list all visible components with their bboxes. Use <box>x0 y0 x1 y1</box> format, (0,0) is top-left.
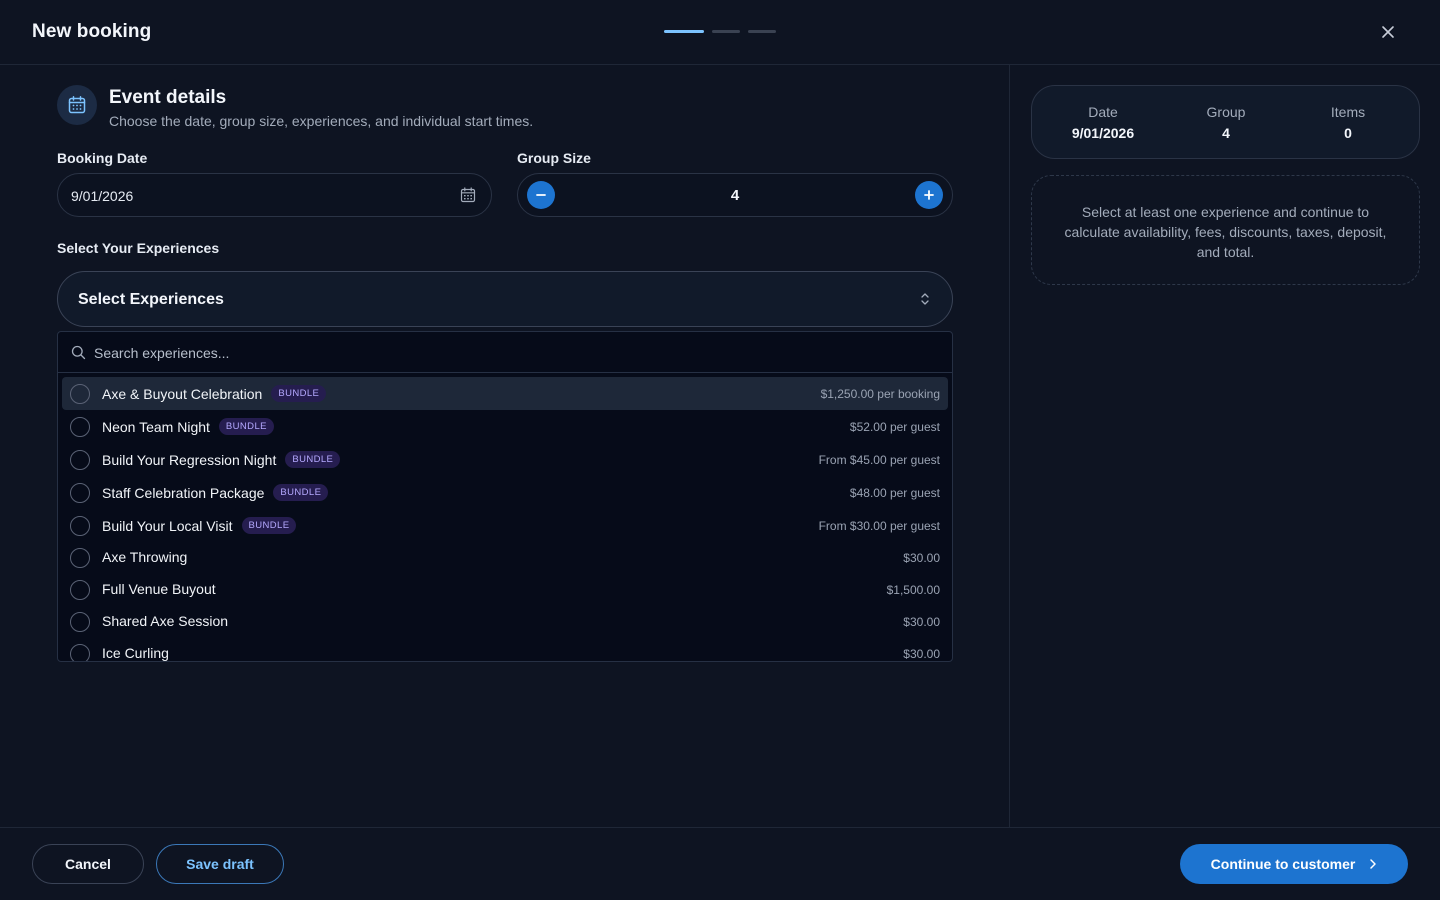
continue-to-customer-button[interactable]: Continue to customer <box>1180 844 1408 884</box>
increase-group-button[interactable] <box>915 181 943 209</box>
experience-name: Shared Axe Session <box>102 613 229 629</box>
step-indicator <box>664 30 776 33</box>
experience-name: Axe Throwing <box>102 549 188 565</box>
experience-price: $48.00 per guest <box>849 486 940 500</box>
step-1-indicator <box>664 30 704 33</box>
experience-name-group: Full Venue Buyout <box>102 581 216 597</box>
experience-name-group: Shared Axe Session <box>102 613 228 629</box>
experience-price: $30.00 <box>903 647 940 661</box>
bundle-badge: BUNDLE <box>285 451 341 468</box>
calendar-icon <box>68 96 86 114</box>
experience-radio[interactable] <box>70 516 90 536</box>
continue-button-label: Continue to customer <box>1210 856 1356 872</box>
experiences-dropdown: Axe & Buyout Celebration BUNDLE $1,250.00 … <box>57 331 953 662</box>
close-icon <box>1382 26 1394 38</box>
experience-name: Build Your Local Visit <box>102 517 233 534</box>
search-icon <box>71 345 86 360</box>
bundle-badge: BUNDLE <box>218 418 274 435</box>
experience-option[interactable]: Ice Curling $30.00 <box>62 637 948 661</box>
experience-radio[interactable] <box>70 580 90 600</box>
booking-date-input[interactable]: 9/01/2026 <box>57 173 492 217</box>
section-icon-badge <box>57 85 97 125</box>
experience-name-group: Staff Celebration Package BUNDLE <box>102 484 329 501</box>
page-title: New booking <box>32 21 152 42</box>
header: New booking <box>0 0 1440 65</box>
experiences-search <box>58 332 952 373</box>
group-size-stepper: 4 <box>517 173 953 217</box>
chevron-right-icon <box>1370 859 1377 869</box>
pricing-note-text: Select at least one experience and conti… <box>1064 204 1387 260</box>
bundle-badge: BUNDLE <box>241 517 297 534</box>
summary-items-value: 0 <box>1344 125 1352 141</box>
experience-name: Neon Team Night <box>102 418 210 435</box>
step-3-indicator <box>748 30 776 33</box>
experience-price: From $30.00 per guest <box>818 519 940 533</box>
booking-date-value: 9/01/2026 <box>71 188 134 204</box>
summary-group-label: Group <box>1206 104 1246 120</box>
experience-price: $1,250.00 per booking <box>820 387 940 401</box>
experience-radio[interactable] <box>70 548 90 568</box>
close-button[interactable] <box>1376 20 1400 44</box>
cancel-button[interactable]: Cancel <box>32 844 144 884</box>
booking-summary: Date 9/01/2026 Group 4 Items 0 <box>1031 85 1420 159</box>
chevron-up-down-icon <box>921 293 929 305</box>
experiences-label: Select Your Experiences <box>57 240 220 256</box>
experience-radio[interactable] <box>70 384 90 404</box>
group-size-label: Group Size <box>517 150 591 166</box>
experience-name: Full Venue Buyout <box>102 581 216 597</box>
experience-name: Build Your Regression Night <box>102 451 277 468</box>
experience-price: From $45.00 per guest <box>818 453 940 467</box>
experience-radio[interactable] <box>70 644 90 661</box>
section-title: Event details <box>109 87 227 108</box>
save-draft-button[interactable]: Save draft <box>156 844 284 884</box>
group-size-value: 4 <box>730 187 740 204</box>
booking-date-label: Booking Date <box>57 150 148 166</box>
bundle-badge: BUNDLE <box>271 385 327 402</box>
experience-radio[interactable] <box>70 450 90 470</box>
experiences-select[interactable]: Select Experiences <box>57 271 953 327</box>
summary-date-label: Date <box>1088 104 1118 120</box>
experience-radio[interactable] <box>70 417 90 437</box>
experience-option[interactable]: Build Your Local Visit BUNDLE From $30.00 … <box>62 509 948 542</box>
summary-items-label: Items <box>1330 104 1366 120</box>
experience-name: Ice Curling <box>102 645 169 661</box>
experience-price: $1,500.00 <box>886 583 940 597</box>
experience-name: Staff Celebration Package <box>102 484 265 501</box>
experience-option[interactable]: Staff Celebration Package BUNDLE $48.00 pe… <box>62 476 948 509</box>
experience-option[interactable]: Neon Team Night BUNDLE $52.00 per guest <box>62 410 948 443</box>
footer: Cancel Save draft Continue to customer <box>0 827 1440 900</box>
experience-name-group: Ice Curling <box>102 645 169 661</box>
experience-option[interactable]: Build Your Regression Night BUNDLE From $4… <box>62 443 948 476</box>
experience-name: Axe & Buyout Celebration <box>102 385 263 402</box>
experience-option[interactable]: Axe & Buyout Celebration BUNDLE $1,250.00 … <box>62 377 948 410</box>
summary-date-value: 9/01/2026 <box>1071 125 1135 141</box>
calendar-picker-icon[interactable] <box>460 187 476 203</box>
experience-price: $30.00 <box>903 615 940 629</box>
section-subtitle: Choose the date, group size, experiences… <box>109 113 534 129</box>
experiences-search-input[interactable] <box>94 342 914 364</box>
experience-option[interactable]: Full Venue Buyout $1,500.00 <box>62 573 948 606</box>
summary-group-value: 4 <box>1222 125 1230 141</box>
bundle-badge: BUNDLE <box>273 484 329 501</box>
experience-price: $30.00 <box>903 551 940 565</box>
experience-option[interactable]: Shared Axe Session $30.00 <box>62 605 948 638</box>
experience-name-group: Build Your Local Visit BUNDLE <box>102 517 297 534</box>
plus-icon <box>924 190 934 200</box>
experience-name-group: Axe Throwing <box>102 549 187 565</box>
experience-price: $52.00 per guest <box>849 420 940 434</box>
pricing-placeholder-note: Select at least one experience and conti… <box>1031 175 1420 285</box>
experience-name-group: Axe & Buyout Celebration BUNDLE <box>102 385 327 402</box>
experience-radio[interactable] <box>70 483 90 503</box>
experience-name-group: Neon Team Night BUNDLE <box>102 418 274 435</box>
experiences-select-label: Select Experiences <box>78 291 224 308</box>
step-2-indicator <box>712 30 740 33</box>
experience-option[interactable]: Axe Throwing $30.00 <box>62 541 948 574</box>
event-details-panel: Event details Choose the date, group siz… <box>0 65 1010 827</box>
experience-name-group: Build Your Regression Night BUNDLE <box>102 451 341 468</box>
experience-radio[interactable] <box>70 612 90 632</box>
